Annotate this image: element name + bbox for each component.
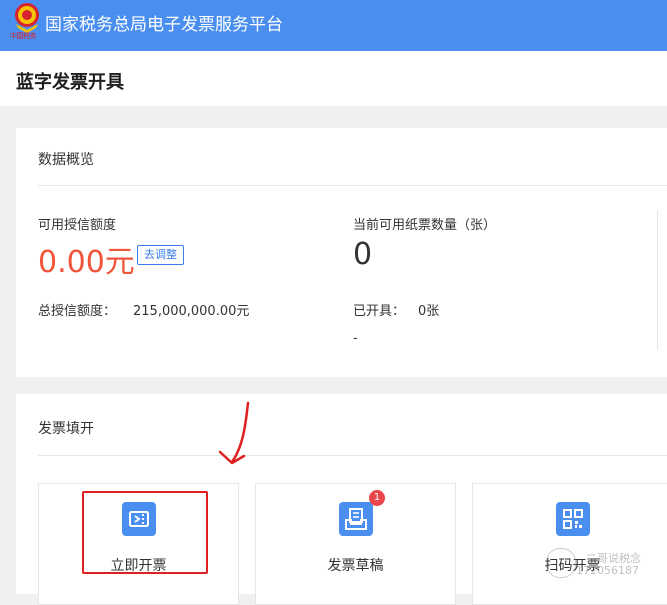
- annotation-arrow-icon: [218, 401, 250, 465]
- watermark: 二哥说税念 172056187: [538, 546, 667, 584]
- scan-invoice-tile[interactable]: 扫码开票: [472, 483, 667, 605]
- invoice-draft-tile[interactable]: 1 发票草稿: [255, 483, 456, 605]
- issued-value: 0张: [418, 304, 440, 319]
- qr-code-icon: [555, 502, 590, 536]
- emblem-caption: 中国税务: [10, 32, 37, 40]
- watermark-logo-icon: [546, 548, 576, 578]
- draft-count-badge: 1: [369, 490, 385, 506]
- data-overview-card: 数据概览 可用授信额度 0.00元 去调整 总授信额度： 215,000,000…: [16, 128, 667, 377]
- credit-label: 可用授信额度: [38, 218, 117, 233]
- total-credit-label: 总授信额度：: [38, 304, 117, 319]
- invoice-draft-icon: [338, 502, 373, 536]
- dash-value: -: [353, 331, 358, 346]
- credit-value: 0.00元: [38, 245, 135, 280]
- overview-section-title: 数据概览: [38, 152, 94, 168]
- page-header: 蓝字发票开具: [0, 51, 667, 106]
- issued-label: 已开具：: [353, 304, 406, 319]
- watermark-id: 172056187: [576, 564, 639, 577]
- total-credit-value: 215,000,000.00元: [133, 304, 250, 319]
- adjust-credit-button[interactable]: 去调整: [137, 245, 184, 265]
- overview-column-divider: [657, 210, 658, 350]
- invoice-fill-divider: [38, 455, 667, 456]
- annotation-highlight-box: [82, 491, 208, 574]
- paper-invoice-label: 当前可用纸票数量（张）: [353, 218, 497, 233]
- invoice-draft-label: 发票草稿: [327, 558, 384, 574]
- platform-title: 国家税务总局电子发票服务平台: [45, 15, 283, 35]
- paper-invoice-value: 0: [353, 237, 373, 272]
- overview-divider: [38, 185, 667, 186]
- invoice-fill-section-title: 发票填开: [38, 421, 94, 437]
- page-title: 蓝字发票开具: [16, 72, 124, 93]
- top-bar: 中国税务 国家税务总局电子发票服务平台: [0, 0, 667, 51]
